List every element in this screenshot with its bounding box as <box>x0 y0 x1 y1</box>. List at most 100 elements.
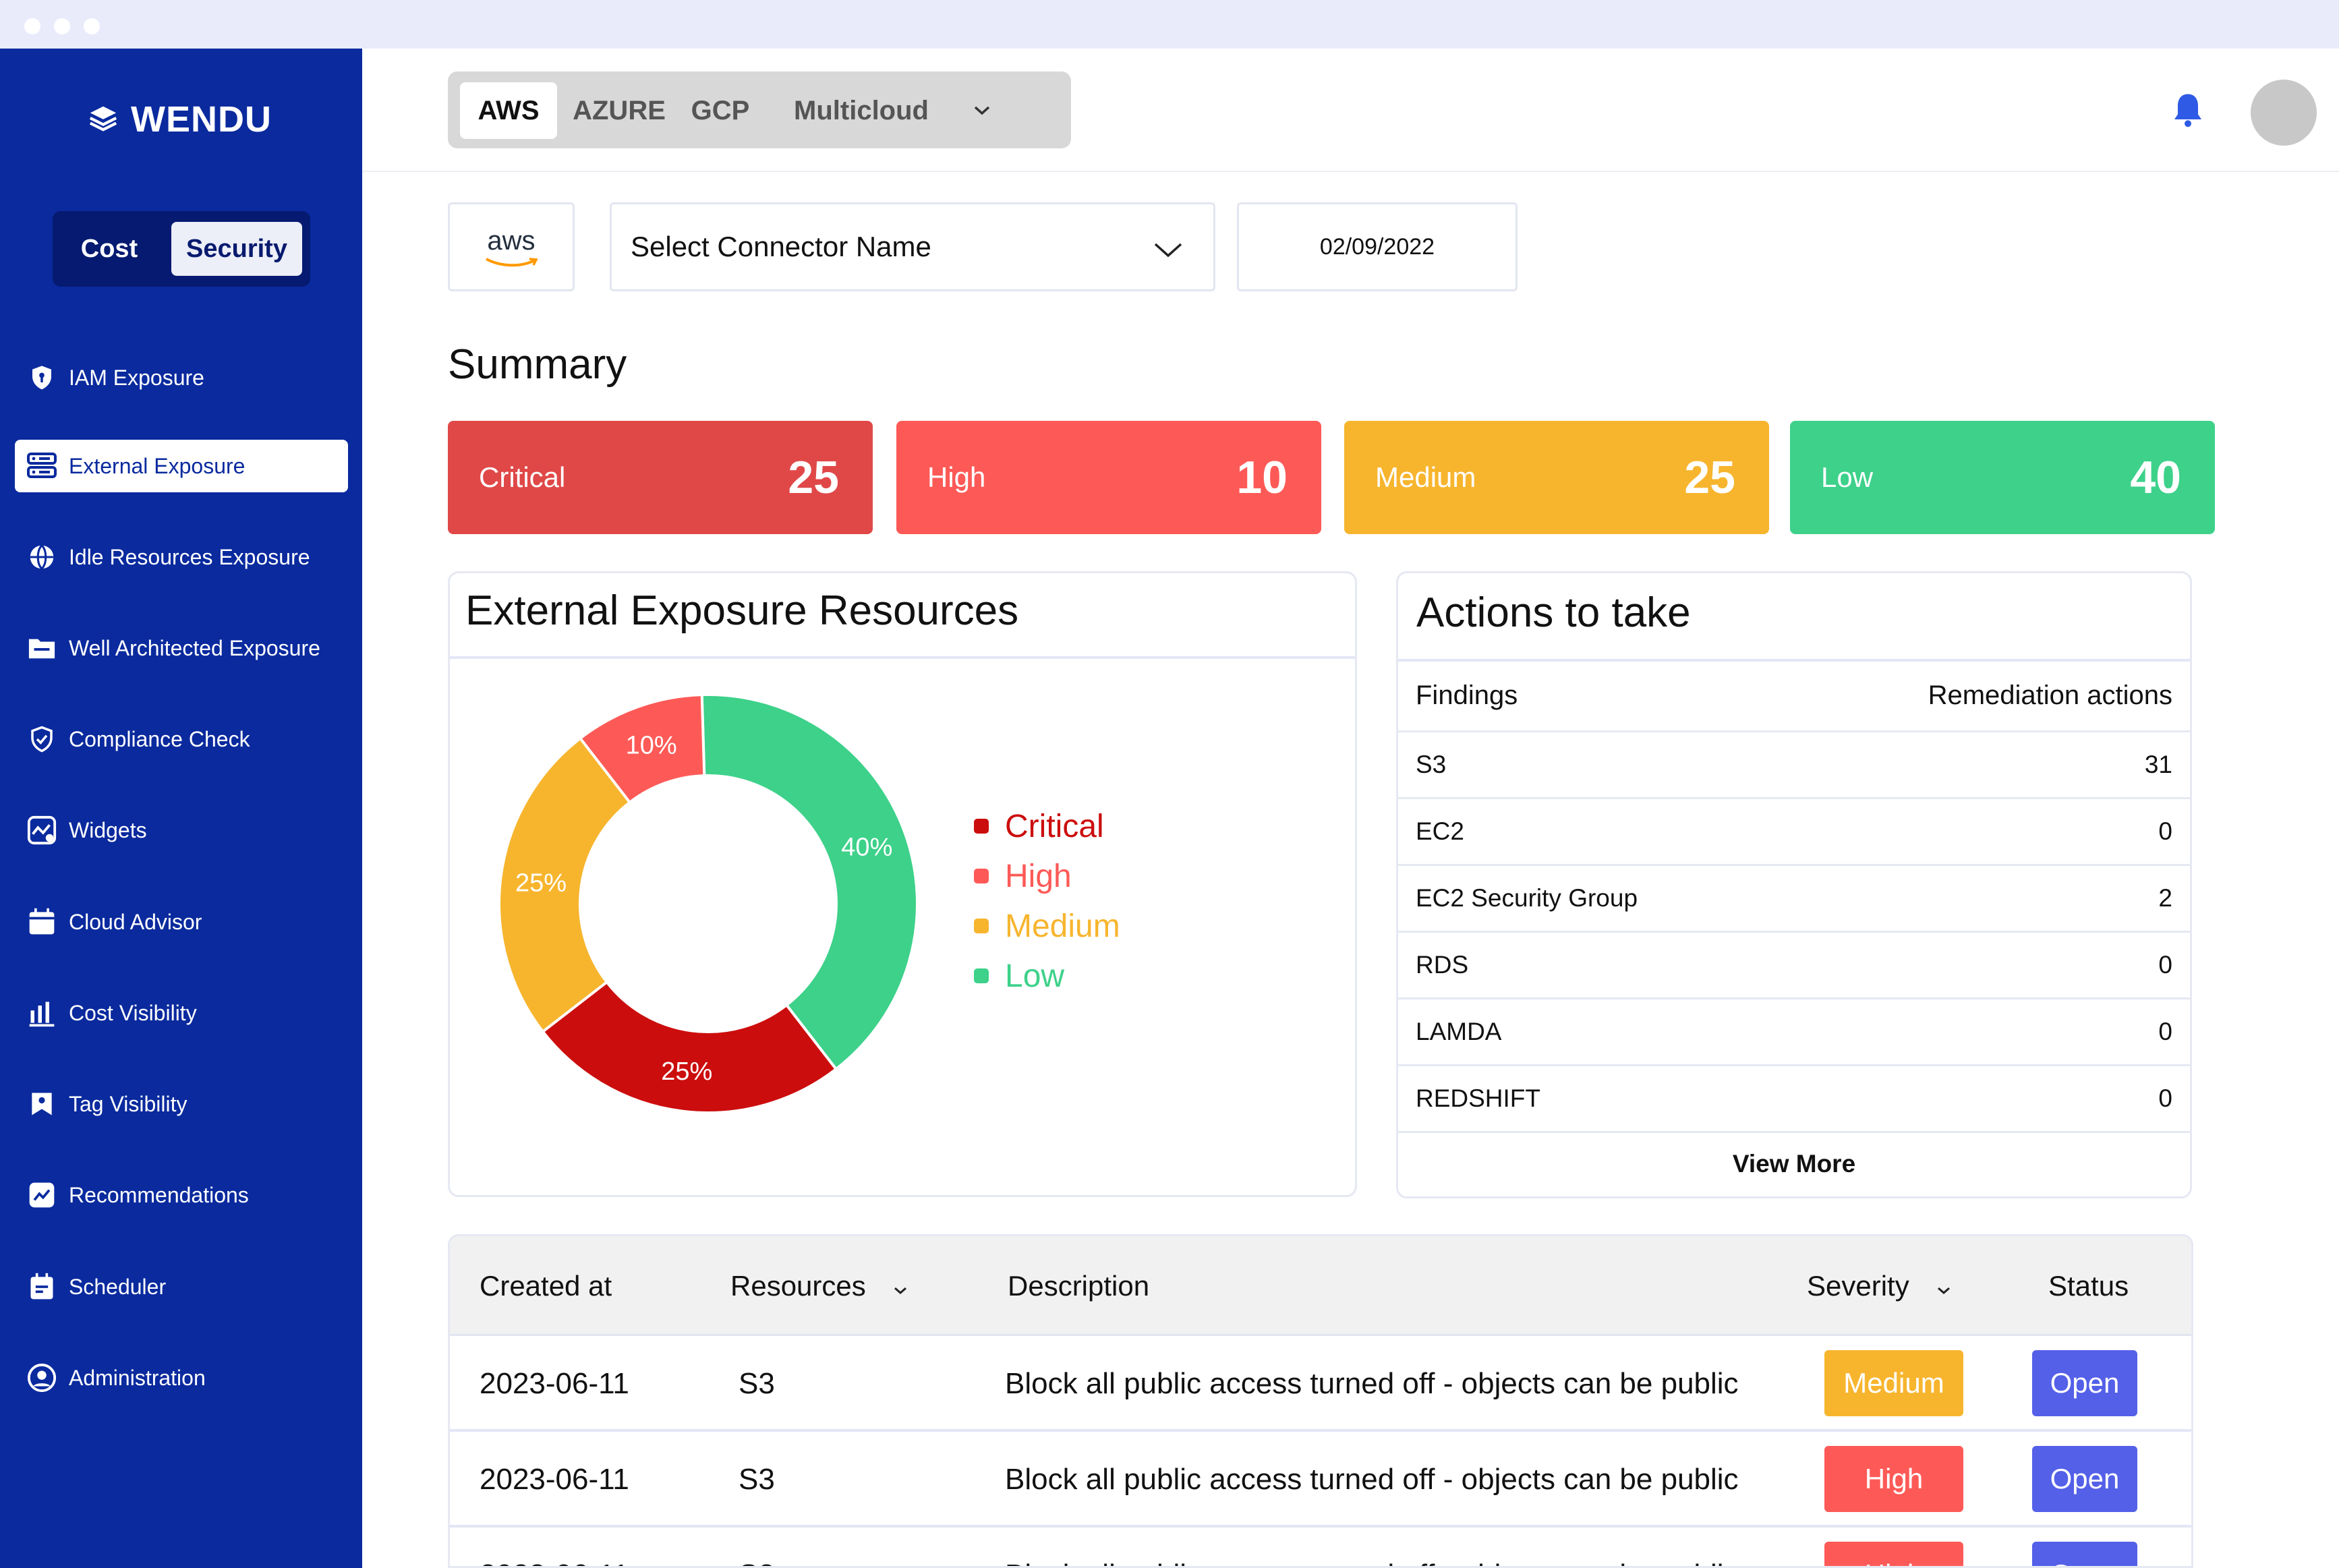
sidebar-item-widgets[interactable]: Widgets <box>15 804 348 856</box>
card-label: Low <box>1821 461 1874 493</box>
shield-check-icon <box>24 722 59 757</box>
card-value: 40 <box>2130 452 2181 503</box>
sidebar-item-label: Widgets <box>69 817 147 842</box>
sidebar-item-iam-exposure[interactable]: IAM Exposure <box>15 351 348 404</box>
card-value: 25 <box>1684 452 1735 503</box>
finding-name: EC2 <box>1416 817 1464 845</box>
sidebar-item-idle-resources-exposure[interactable]: Idle Resources Exposure <box>15 531 348 583</box>
sidebar-item-external-exposure[interactable]: External Exposure <box>15 440 348 492</box>
sidebar-item-label: Cost Visibility <box>69 1000 197 1025</box>
remediation-column-header: Remediation actions <box>1928 680 2172 710</box>
sidebar-item-scheduler[interactable]: Scheduler <box>15 1260 348 1313</box>
bell-icon[interactable] <box>2168 89 2208 129</box>
sidebar-item-label: External Exposure <box>69 453 246 478</box>
severity-column-header[interactable]: Severity <box>1807 1236 1951 1336</box>
table-row[interactable]: 2023-06-11 S3 Block all public access tu… <box>450 1432 2191 1528</box>
donut-slice-low[interactable] <box>700 693 919 1072</box>
summary-card-critical[interactable]: Critical 25 <box>448 421 873 534</box>
sidebar-item-compliance-check[interactable]: Compliance Check <box>15 713 348 765</box>
created-at-cell: 2023-06-11 <box>480 1528 629 1566</box>
window-titlebar <box>0 0 2339 49</box>
status-badge[interactable]: Open <box>2032 1446 2137 1512</box>
summary-card-low[interactable]: Low 40 <box>1790 421 2215 534</box>
finding-row-ec2[interactable]: EC2 0 <box>1398 799 2190 866</box>
sidebar-item-administration[interactable]: Administration <box>15 1352 348 1404</box>
table-row[interactable]: 2023-06-11 S3 Block all public access tu… <box>450 1528 2191 1566</box>
bar-chart-icon <box>24 995 59 1030</box>
connector-select-value: Select Connector Name <box>631 231 931 262</box>
aws-smile-icon <box>486 257 538 266</box>
description-cell: Block all public access turned off - obj… <box>1005 1463 1739 1496</box>
legend-item-high: High <box>974 851 1120 901</box>
resource-cell: S3 <box>739 1463 775 1496</box>
cost-toggle-button[interactable]: Cost <box>62 222 156 276</box>
avatar[interactable] <box>2251 80 2317 146</box>
widget-icon <box>24 813 59 848</box>
legend-label: Low <box>1005 958 1065 994</box>
server-icon <box>24 448 59 484</box>
sidebar-item-label: Tag Visibility <box>69 1091 187 1116</box>
sidebar-item-label: Cloud Advisor <box>69 909 202 934</box>
finding-row-ec2-security-group[interactable]: EC2 Security Group 2 <box>1398 866 2190 933</box>
resources-column-header[interactable]: Resources <box>730 1236 908 1336</box>
findings-table-header: Findings Remediation actions <box>1398 661 2190 732</box>
finding-name: S3 <box>1416 751 1447 778</box>
connector-select[interactable]: Select Connector Name <box>610 202 1215 291</box>
sidebar-item-label: Recommendations <box>69 1182 249 1207</box>
created-at-cell: 2023-06-11 <box>480 1367 629 1400</box>
donut-label-high: 10% <box>626 732 677 760</box>
events-table: Created at Resources Description Severit… <box>448 1234 2193 1568</box>
cloud-provider-tabs: AWS AZURE GCP Multicloud <box>448 71 1071 148</box>
status-badge[interactable]: Open <box>2032 1350 2137 1416</box>
sidebar-item-cloud-advisor[interactable]: Cloud Advisor <box>15 896 348 948</box>
legend-item-critical: Critical <box>974 801 1120 851</box>
sidebar-item-label: Scheduler <box>69 1274 167 1299</box>
user-circle-icon <box>24 1360 59 1395</box>
finding-count: 31 <box>2144 751 2172 778</box>
legend-label: High <box>1005 858 1072 894</box>
donut-label-critical: 25% <box>661 1057 712 1086</box>
summary-card-medium[interactable]: Medium 25 <box>1344 421 1769 534</box>
status-badge[interactable]: Open <box>2032 1542 2137 1566</box>
tab-aws[interactable]: AWS <box>460 82 557 139</box>
sidebar-item-cost-visibility[interactable]: Cost Visibility <box>15 987 348 1039</box>
severity-badge: High <box>1824 1446 1963 1512</box>
created-at-column-header[interactable]: Created at <box>480 1236 612 1336</box>
legend-label: Medium <box>1005 908 1120 944</box>
status-column-header: Status <box>2048 1270 2129 1302</box>
legend-swatch <box>974 919 989 933</box>
view-more-button[interactable]: View More <box>1398 1132 2190 1196</box>
chevron-down-icon[interactable] <box>955 82 1009 139</box>
finding-row-redshift[interactable]: REDSHIFT 0 <box>1398 1066 2190 1133</box>
card-label: Medium <box>1375 461 1476 493</box>
donut-label-low: 40% <box>841 834 892 862</box>
window-close-dot[interactable] <box>24 18 40 34</box>
window-maximize-dot[interactable] <box>84 18 100 34</box>
legend-item-low: Low <box>974 951 1120 1001</box>
sidebar-item-recommendations[interactable]: Recommendations <box>15 1169 348 1221</box>
tab-multicloud[interactable]: Multicloud <box>774 82 948 139</box>
summary-card-high[interactable]: High 10 <box>896 421 1321 534</box>
sidebar-item-well-architected-exposure[interactable]: Well Architected Exposure <box>15 622 348 674</box>
table-row[interactable]: 2023-06-11 S3 Block all public access tu… <box>450 1336 2191 1432</box>
legend-item-medium: Medium <box>974 901 1120 951</box>
tab-gcp[interactable]: GCP <box>680 82 761 139</box>
chevron-down-icon <box>893 1270 908 1302</box>
exposure-donut-chart: 40% 25% 25% 10% <box>498 693 919 1114</box>
window-minimize-dot[interactable] <box>54 18 70 34</box>
actions-panel-title: Actions to take <box>1416 589 1691 636</box>
created-at-cell: 2023-06-11 <box>480 1463 629 1496</box>
finding-row-lamda[interactable]: LAMDA 0 <box>1398 999 2190 1066</box>
date-picker[interactable]: 02/09/2022 <box>1237 202 1518 291</box>
finding-name: RDS <box>1416 951 1469 979</box>
tab-azure[interactable]: AZURE <box>572 82 666 139</box>
finding-count: 0 <box>2158 817 2172 845</box>
finding-name: EC2 Security Group <box>1416 884 1638 912</box>
security-toggle-button[interactable]: Security <box>171 222 302 276</box>
finding-row-rds[interactable]: RDS 0 <box>1398 933 2190 999</box>
brand-logo[interactable]: WENDU <box>88 96 272 143</box>
events-table-header: Created at Resources Description Severit… <box>450 1236 2191 1336</box>
sidebar-item-label: Idle Resources Exposure <box>69 544 310 569</box>
sidebar-item-tag-visibility[interactable]: Tag Visibility <box>15 1078 348 1130</box>
finding-row-s3[interactable]: S3 31 <box>1398 732 2190 799</box>
